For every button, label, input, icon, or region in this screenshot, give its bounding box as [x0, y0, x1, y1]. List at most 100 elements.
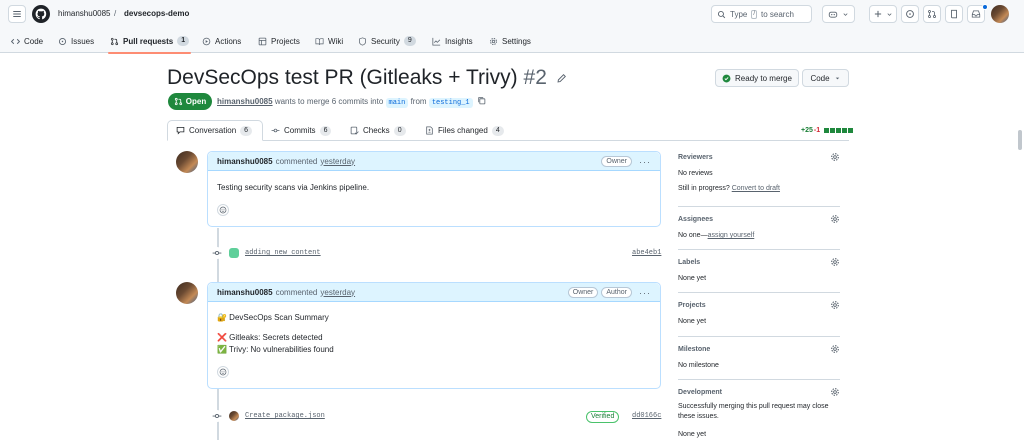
sidebar-divider	[678, 336, 840, 337]
comment-card: himanshu0085 commented yesterday Owner ·…	[207, 151, 661, 227]
sidebar-heading[interactable]: Assignees	[678, 216, 840, 223]
development-value: Successfully merging this pull request m…	[678, 403, 829, 420]
checklist-icon	[350, 126, 359, 135]
kebab-menu-icon[interactable]: ···	[639, 288, 651, 298]
avatar[interactable]	[229, 411, 239, 421]
sidebar-labels: Labels None yet	[678, 257, 840, 284]
comment-icon	[176, 127, 185, 135]
avatar[interactable]	[176, 151, 198, 173]
gear-icon[interactable]	[830, 300, 840, 310]
tab-wiki[interactable]: Wiki	[315, 29, 343, 53]
sidebar-heading[interactable]: Milestone	[678, 346, 840, 353]
commit-message[interactable]: adding new content	[245, 249, 321, 257]
pencil-icon[interactable]	[556, 73, 567, 84]
scrollbar-thumb[interactable]	[1018, 130, 1022, 150]
convert-to-draft-link[interactable]: Convert to draft	[732, 185, 780, 192]
commit-sha[interactable]: abe4eb1	[632, 249, 661, 257]
from-label: from	[410, 97, 427, 106]
comment-gitleaks-line: ❌ Gitleaks: Secrets detected	[217, 333, 323, 342]
copilot-button[interactable]	[822, 5, 855, 23]
gear-icon[interactable]	[830, 214, 840, 224]
gear-icon[interactable]	[830, 344, 840, 354]
comment-timestamp[interactable]: yesterday	[320, 157, 355, 166]
base-branch[interactable]: main	[385, 98, 409, 108]
tab-conversation[interactable]: Conversation 6	[167, 120, 263, 141]
repositories-button[interactable]	[945, 5, 963, 23]
check-circle-icon	[722, 74, 731, 82]
github-logo-icon[interactable]	[32, 5, 50, 23]
diffstat-block	[824, 128, 830, 133]
search-input[interactable]: Type / to search	[711, 5, 812, 23]
sidebar-assignees: Assignees No one—assign yourself	[678, 214, 840, 241]
bot-avatar-icon	[229, 248, 239, 258]
commit-icon	[211, 410, 223, 422]
tab-label: Code	[24, 36, 44, 46]
tab-security[interactable]: Security 9	[358, 29, 416, 53]
comment-author[interactable]: himanshu0085	[217, 157, 273, 166]
search-placeholder-after: to search	[761, 9, 794, 19]
projects-value: None yet	[678, 318, 707, 325]
owner-badge: Owner	[567, 287, 599, 298]
ready-to-merge-button[interactable]: Ready to merge	[715, 69, 799, 87]
sidebar-heading[interactable]: Labels	[678, 259, 840, 266]
create-new-button[interactable]	[869, 5, 897, 23]
search-icon	[717, 10, 726, 18]
author-badge: Author	[601, 287, 632, 298]
gear-icon[interactable]	[830, 152, 840, 162]
shield-icon	[359, 36, 366, 46]
repo-icon	[951, 9, 957, 19]
tab-label: Actions	[215, 36, 242, 46]
avatar[interactable]	[176, 282, 198, 304]
diffstat-deletions: -1	[813, 127, 821, 134]
sidebar-heading[interactable]: Projects	[678, 302, 840, 309]
comment-timestamp[interactable]: yesterday	[320, 288, 355, 297]
gear-icon[interactable]	[830, 387, 840, 397]
verified-badge[interactable]: Verified	[586, 411, 620, 423]
breadcrumb-owner[interactable]: himanshu0085	[58, 9, 110, 18]
reviewers-value: No reviews	[678, 170, 713, 177]
comment-card: himanshu0085 commented yesterday Owner A…	[207, 282, 661, 389]
copy-icon[interactable]	[477, 96, 486, 105]
sidebar-projects: Projects None yet	[678, 300, 840, 327]
gear-icon[interactable]	[830, 257, 840, 267]
diffstat-additions: +25	[801, 127, 813, 134]
tab-label: Checks	[363, 126, 390, 135]
add-reaction-button[interactable]	[217, 204, 229, 216]
code-dropdown-button[interactable]: Code	[802, 69, 849, 87]
comment-author[interactable]: himanshu0085	[217, 288, 273, 297]
file-diff-icon	[426, 126, 433, 135]
tab-commits[interactable]: Commits 6	[263, 120, 339, 141]
diffstat-block	[836, 128, 842, 133]
tab-counter: 1	[177, 36, 190, 46]
tab-actions[interactable]: Actions	[202, 29, 241, 53]
commit-sha[interactable]: dd0166c	[632, 412, 661, 420]
breadcrumb-repo[interactable]: devsecops-demo	[124, 9, 189, 18]
user-avatar[interactable]	[991, 5, 1009, 23]
kebab-menu-icon[interactable]: ···	[639, 157, 651, 167]
sidebar-heading[interactable]: Development	[678, 389, 840, 396]
pull-requests-button[interactable]	[923, 5, 941, 23]
add-reaction-button[interactable]	[217, 366, 229, 378]
sidebar-heading[interactable]: Reviewers	[678, 154, 840, 161]
assign-yourself-link[interactable]: assign yourself	[708, 232, 755, 239]
tab-checks[interactable]: Checks 0	[342, 120, 414, 141]
tab-code[interactable]: Code	[11, 29, 43, 53]
diffstat-block	[830, 128, 836, 133]
diffstat: +25 -1	[801, 127, 854, 134]
tab-issues[interactable]: Issues	[58, 29, 94, 53]
pr-title-text: DevSecOps test PR (Gitleaks + Trivy)	[167, 66, 518, 89]
inbox-icon	[971, 10, 981, 18]
pr-author-link[interactable]: himanshu0085	[217, 97, 273, 106]
head-branch[interactable]: testing_1	[428, 98, 473, 108]
issues-button[interactable]	[901, 5, 919, 23]
commit-message[interactable]: Create package.json	[245, 412, 325, 420]
tab-insights[interactable]: Insights	[432, 29, 473, 53]
menu-button[interactable]	[8, 5, 26, 23]
commit-icon	[211, 247, 223, 259]
tab-pull-requests[interactable]: Pull requests 1	[107, 29, 192, 54]
breadcrumb-separator: /	[114, 9, 117, 18]
tab-projects[interactable]: Projects	[258, 29, 300, 53]
comment-header: himanshu0085 commented yesterday Owner ·…	[208, 152, 660, 171]
tab-files-changed[interactable]: Files changed 4	[417, 120, 512, 141]
tab-settings[interactable]: Settings	[489, 29, 531, 53]
